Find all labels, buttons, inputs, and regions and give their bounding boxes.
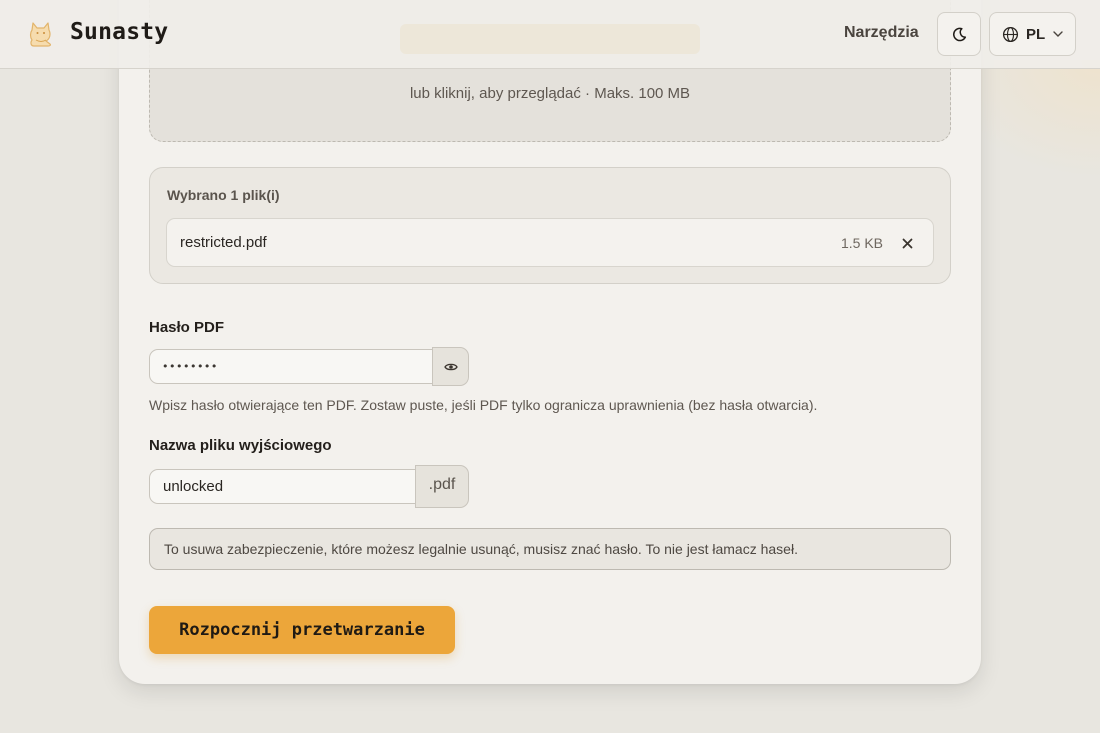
output-extension: .pdf [415, 465, 469, 508]
start-processing-button[interactable]: Rozpocznij przetwarzanie [149, 606, 455, 654]
password-input[interactable]: •••••••• [149, 349, 433, 384]
theme-toggle-button[interactable] [937, 12, 981, 56]
close-icon [902, 238, 912, 248]
password-label: Hasło PDF [149, 319, 225, 336]
brand-name[interactable]: Sunasty [70, 19, 168, 45]
globe-icon [1002, 26, 1019, 42]
legal-notice: To usuwa zabezpieczenie, które możesz le… [149, 528, 951, 570]
file-name: restricted.pdf [180, 234, 267, 251]
show-password-button[interactable] [432, 347, 469, 386]
file-item: restricted.pdf 1.5 KB [166, 218, 934, 267]
password-hint: Wpisz hasło otwierające ten PDF. Zostaw … [149, 397, 818, 413]
upload-prompt-faded [400, 24, 700, 54]
selected-files-panel: Wybrano 1 plik(i) restricted.pdf 1.5 KB [149, 167, 951, 284]
chevron-down-icon [1053, 31, 1063, 37]
cat-logo-icon [29, 22, 51, 47]
language-selector[interactable]: PL [989, 12, 1076, 56]
file-size: 1.5 KB [840, 235, 883, 251]
eye-icon [443, 363, 458, 370]
moon-icon [952, 27, 966, 41]
tool-card: lub kliknij, aby przeglądać · Maks. 100 … [119, 0, 981, 684]
language-label: PL [1026, 25, 1046, 43]
output-name-label: Nazwa pliku wyjściowego [149, 437, 332, 454]
nav-tools-link[interactable]: Narzędzia [844, 24, 919, 42]
top-header: Sunasty Narzędzia PL [0, 0, 1100, 69]
remove-file-button[interactable] [897, 233, 917, 253]
selected-files-title: Wybrano 1 plik(i) [167, 187, 280, 203]
output-name-input[interactable]: unlocked [149, 469, 416, 504]
upload-hint: lub kliknij, aby przeglądać · Maks. 100 … [409, 85, 691, 102]
